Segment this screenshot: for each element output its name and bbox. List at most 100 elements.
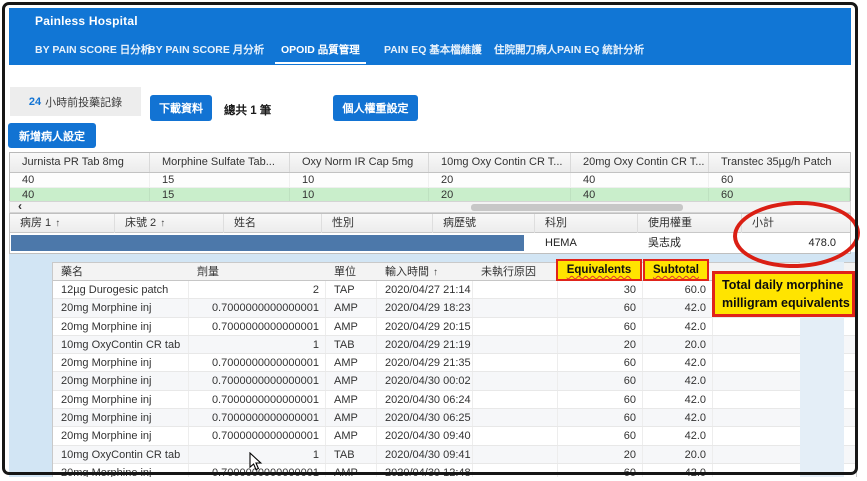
medication-reason-cell xyxy=(473,409,558,426)
medication-drug-cell: 10mg OxyContin CR tab xyxy=(53,336,189,353)
medication-equivalents-cell: 20 xyxy=(558,446,643,463)
records-24h-badge: 24 小時前投藥記錄 xyxy=(10,87,141,116)
medication-reason-cell xyxy=(473,354,558,371)
medication-subtotal-cell: 60.0 xyxy=(643,281,713,298)
drug-table-body: 401510204060401510204060 xyxy=(10,173,850,202)
column-header-equivalents[interactable]: Equivalents xyxy=(556,259,642,281)
medication-row[interactable]: 10mg OxyContin CR tab1TAB2020/04/29 21:1… xyxy=(53,336,856,354)
drug-dose-cell: 40 xyxy=(10,173,150,187)
drug-column-header[interactable]: 20mg Oxy Contin CR T... xyxy=(571,153,709,172)
drug-dose-cell: 10 xyxy=(290,188,429,202)
medication-drug-cell: 12µg Durogesic patch xyxy=(53,281,189,298)
medication-time-cell: 2020/04/30 06:24 xyxy=(377,391,473,408)
medication-subtotal-cell: 42.0 xyxy=(643,427,713,444)
column-header-dept[interactable]: 科別 xyxy=(535,214,638,233)
medication-time-cell: 2020/04/30 06:25 xyxy=(377,409,473,426)
tab-by-pain-score-monthly[interactable]: BY PAIN SCORE 月分析 xyxy=(142,39,270,62)
medication-row[interactable]: 20mg Morphine inj0.7000000000000001AMP20… xyxy=(53,354,856,372)
medication-row[interactable]: 10mg OxyContin CR tab1TAB2020/04/30 09:4… xyxy=(53,446,856,464)
patient-header-row: 病房 1↑ 床號 2↑ 姓名 性別 病歷號 科別 使用權重 小計 xyxy=(10,214,850,233)
column-header-name[interactable]: 姓名 xyxy=(224,214,322,233)
patient-row[interactable]: HEMA 吳志成 478.0 xyxy=(10,233,850,253)
medication-reason-cell xyxy=(473,464,558,477)
tab-by-pain-score-daily[interactable]: BY PAIN SCORE 日分析 xyxy=(29,39,157,62)
column-header-dose[interactable]: 劑量 xyxy=(189,263,326,282)
medication-dose-cell: 0.7000000000000001 xyxy=(189,427,326,444)
drug-table-row[interactable]: 401510204060 xyxy=(10,173,850,188)
column-header-weight-user[interactable]: 使用權重 xyxy=(638,214,742,233)
column-header-sex[interactable]: 性別 xyxy=(322,214,433,233)
medication-drug-cell: 20mg Morphine inj xyxy=(53,318,189,335)
medication-subtotal-cell: 42.0 xyxy=(643,299,713,316)
drug-dose-cell: 20 xyxy=(429,188,571,202)
medication-subtotal-cell: 42.0 xyxy=(643,372,713,389)
medication-drug-cell: 20mg Morphine inj xyxy=(53,409,189,426)
medication-row[interactable]: 20mg Morphine inj0.7000000000000001AMP20… xyxy=(53,318,856,336)
scrollbar-thumb[interactable] xyxy=(471,204,683,211)
medication-row[interactable]: 20mg Morphine inj0.7000000000000001AMP20… xyxy=(53,391,856,409)
medication-reason-cell xyxy=(473,318,558,335)
drug-table-row[interactable]: 401510204060 xyxy=(10,188,850,203)
records-24h-label: 小時前投藥記錄 xyxy=(45,94,122,110)
column-header-unit[interactable]: 單位 xyxy=(326,263,377,282)
medication-row[interactable]: 20mg Morphine inj0.7000000000000001AMP20… xyxy=(53,372,856,390)
medication-dose-cell: 0.7000000000000001 xyxy=(189,391,326,408)
medication-unit-cell: AMP xyxy=(326,427,377,444)
drug-dose-cell: 60 xyxy=(709,188,850,202)
column-header-ward[interactable]: 病房 1↑ xyxy=(10,214,115,233)
column-header-not-executed-reason[interactable]: 未執行原因 xyxy=(473,263,558,282)
personal-weight-settings-button[interactable]: 個人權重設定 xyxy=(333,95,418,121)
download-data-button[interactable]: 下載資料 xyxy=(150,95,212,121)
medication-time-cell: 2020/04/30 12:48 xyxy=(377,464,473,477)
patient-dept-cell: HEMA xyxy=(535,233,638,253)
medication-dose-cell: 0.7000000000000001 xyxy=(189,318,326,335)
medication-time-cell: 2020/04/29 21:35 xyxy=(377,354,473,371)
medication-equivalents-cell: 60 xyxy=(558,318,643,335)
drug-column-header[interactable]: Morphine Sulfate Tab... xyxy=(150,153,290,172)
medication-subtotal-cell: 42.0 xyxy=(643,464,713,477)
drug-dose-cell: 40 xyxy=(10,188,150,202)
medication-time-cell: 2020/04/27 21:14 xyxy=(377,281,473,298)
column-header-entry-time[interactable]: 輸入時間↑ xyxy=(377,263,473,282)
medication-equivalents-cell: 60 xyxy=(558,427,643,444)
scroll-left-arrow-icon[interactable]: ‹ xyxy=(18,200,22,212)
horizontal-scrollbar[interactable]: ‹ xyxy=(9,201,851,213)
medication-row[interactable]: 20mg Morphine inj0.7000000000000001AMP20… xyxy=(53,409,856,427)
drug-column-header[interactable]: 10mg Oxy Contin CR T... xyxy=(429,153,571,172)
drug-summary-table: Jurnista PR Tab 8mg Morphine Sulfate Tab… xyxy=(9,152,851,202)
tab-inpatient-pain-eq-stats[interactable]: 住院開刀病人PAIN EQ 統計分析 xyxy=(488,39,650,62)
drug-column-header[interactable]: Jurnista PR Tab 8mg xyxy=(10,153,150,172)
medication-row[interactable]: 20mg Morphine inj0.7000000000000001AMP20… xyxy=(53,464,856,477)
sort-asc-icon: ↑ xyxy=(433,267,438,278)
medication-subtotal-cell: 42.0 xyxy=(643,409,713,426)
medication-drug-cell: 20mg Morphine inj xyxy=(53,464,189,477)
column-header-chart-no[interactable]: 病歷號 xyxy=(433,214,535,233)
medication-reason-cell xyxy=(473,281,558,298)
drug-dose-cell: 60 xyxy=(709,173,850,187)
drug-summary-header-row: Jurnista PR Tab 8mg Morphine Sulfate Tab… xyxy=(10,153,850,173)
drug-column-header[interactable]: Oxy Norm IR Cap 5mg xyxy=(290,153,429,172)
medication-subtotal-cell: 42.0 xyxy=(643,318,713,335)
medication-subtotal-cell: 42.0 xyxy=(643,354,713,371)
column-header-bed[interactable]: 床號 2↑ xyxy=(115,214,224,233)
medication-equivalents-cell: 60 xyxy=(558,409,643,426)
drug-dose-cell: 10 xyxy=(290,173,429,187)
medication-unit-cell: TAB xyxy=(326,446,377,463)
medication-row[interactable]: 20mg Morphine inj0.7000000000000001AMP20… xyxy=(53,427,856,445)
tab-pain-eq-maintenance[interactable]: PAIN EQ 基本檔維護 xyxy=(378,39,488,62)
medication-equivalents-cell: 60 xyxy=(558,354,643,371)
tab-opoid-quality[interactable]: OPOID 品質管理 xyxy=(275,39,366,64)
medication-dose-cell: 0.7000000000000001 xyxy=(189,372,326,389)
column-header-drug-name[interactable]: 藥名 xyxy=(53,263,189,282)
drug-column-header[interactable]: Transtec 35µg/h Patch xyxy=(709,153,850,172)
medication-time-cell: 2020/04/30 09:40 xyxy=(377,427,473,444)
annotation-note-line2: milligram equivalents xyxy=(722,294,850,312)
add-patient-settings-button[interactable]: 新增病人設定 xyxy=(8,123,96,148)
records-24h-number: 24 xyxy=(29,96,41,108)
medication-drug-cell: 20mg Morphine inj xyxy=(53,354,189,371)
medication-dose-cell: 0.7000000000000001 xyxy=(189,299,326,316)
medication-drug-cell: 10mg OxyContin CR tab xyxy=(53,446,189,463)
medication-subtotal-cell: 20.0 xyxy=(643,446,713,463)
medication-dose-cell: 1 xyxy=(189,336,326,353)
column-header-subtotal[interactable]: Subtotal xyxy=(643,259,709,281)
